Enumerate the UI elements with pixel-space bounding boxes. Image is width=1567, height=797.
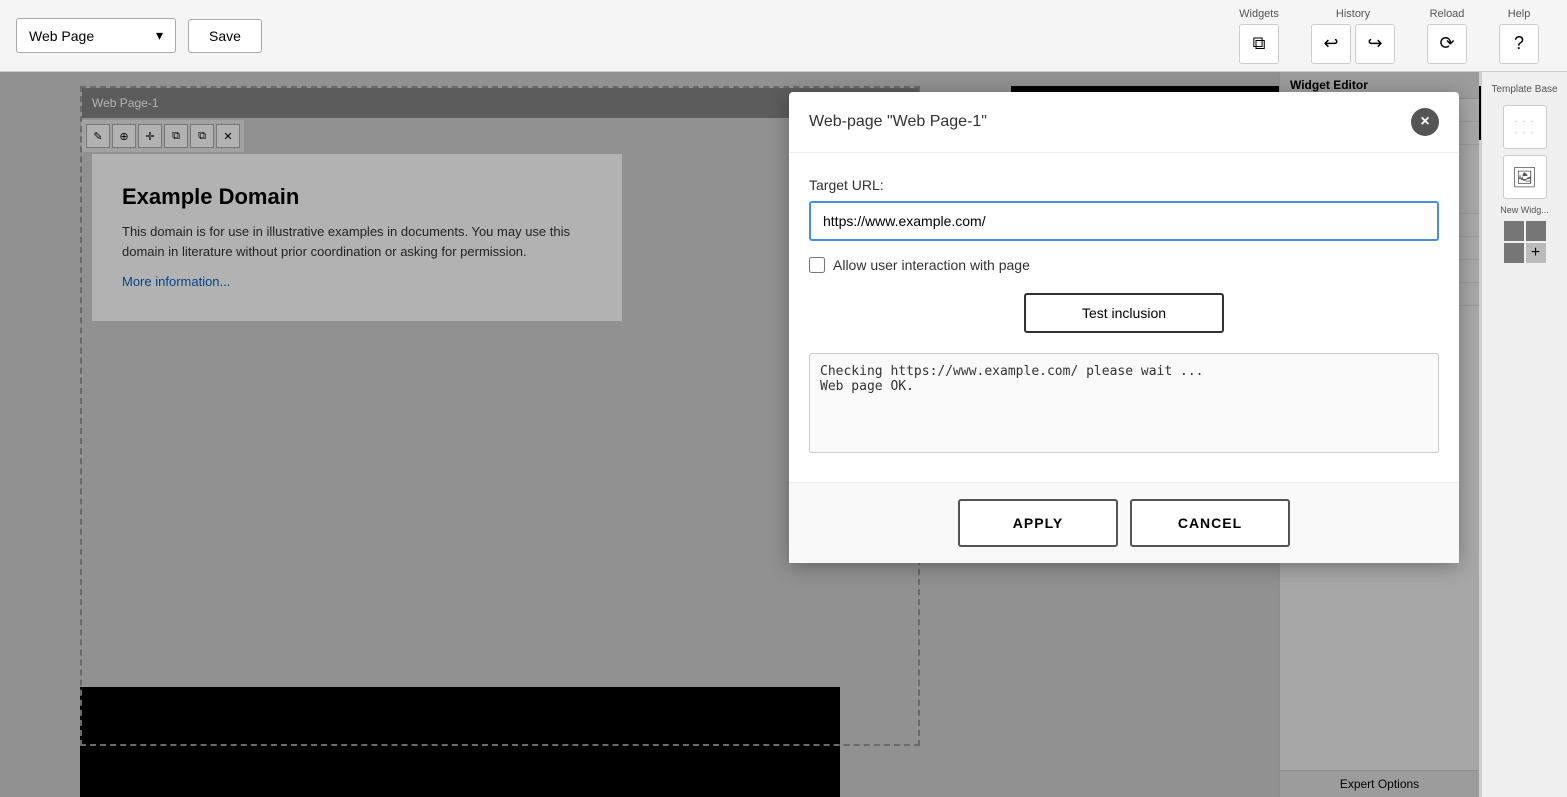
grid-cell-3 — [1504, 243, 1524, 263]
page-selector[interactable]: Web Page ▾ — [16, 18, 176, 53]
template-base-label: Template Base — [1487, 80, 1561, 99]
result-textarea[interactable] — [809, 353, 1439, 453]
grid-cell-2 — [1526, 221, 1546, 241]
reload-group: Reload ⟳ — [1415, 8, 1479, 64]
toolbar-right: Widgets ⧉ History ↩ ↪ Reload ⟳ Help ? — [1227, 8, 1551, 64]
history-icons: ↩ ↪ — [1311, 24, 1395, 64]
chevron-down-icon: ▾ — [156, 27, 163, 44]
dialog-close-button[interactable]: × — [1411, 108, 1439, 136]
cancel-button[interactable]: CANCEL — [1130, 499, 1290, 547]
web-page-dialog: Web-page "Web Page-1" × Target URL: Allo… — [789, 92, 1459, 563]
reload-label: Reload — [1430, 8, 1465, 20]
grid-cell-1 — [1504, 221, 1524, 241]
grid-cell-add[interactable]: + — [1526, 243, 1546, 263]
help-icons: ? — [1499, 24, 1539, 64]
allow-interaction-label: Allow user interaction with page — [833, 257, 1030, 273]
help-button[interactable]: ? — [1499, 24, 1539, 64]
dots-icon-1: · · ·· · · — [1503, 105, 1547, 149]
reload-icons: ⟳ — [1427, 24, 1467, 64]
dialog-header: Web-page "Web Page-1" × — [789, 92, 1459, 153]
dialog-title: Web-page "Web Page-1" — [809, 113, 987, 131]
new-widget-label: New Widg... — [1500, 205, 1549, 215]
page-selector-label: Web Page — [29, 28, 94, 44]
history-label: History — [1336, 8, 1370, 20]
allow-interaction-row: Allow user interaction with page — [809, 257, 1439, 273]
widgets-label: Widgets — [1239, 8, 1279, 20]
dialog-footer: APPLY CANCEL — [789, 482, 1459, 563]
history-group: History ↩ ↪ — [1299, 8, 1407, 64]
undo-button[interactable]: ↩ — [1311, 24, 1351, 64]
widgets-group: Widgets ⧉ — [1227, 8, 1291, 64]
target-url-input[interactable] — [809, 201, 1439, 241]
target-url-label: Target URL: — [809, 177, 1439, 193]
apply-button[interactable]: APPLY — [958, 499, 1118, 547]
right-panel: Template Base · · ·· · · 🖼 New Widg... + — [1481, 72, 1567, 797]
new-widget-grid: + — [1504, 221, 1546, 263]
reload-button[interactable]: ⟳ — [1427, 24, 1467, 64]
widgets-icons: ⧉ — [1239, 24, 1279, 64]
dialog-body: Target URL: Allow user interaction with … — [789, 153, 1459, 482]
redo-button[interactable]: ↪ — [1355, 24, 1395, 64]
save-button[interactable]: Save — [188, 19, 262, 53]
top-toolbar: Web Page ▾ Save Widgets ⧉ History ↩ ↪ Re… — [0, 0, 1567, 72]
dialog-overlay: Web-page "Web Page-1" × Target URL: Allo… — [0, 72, 1479, 797]
allow-interaction-checkbox[interactable] — [809, 257, 825, 273]
widgets-icon-btn[interactable]: ⧉ — [1239, 24, 1279, 64]
help-group: Help ? — [1487, 8, 1551, 64]
help-label: Help — [1508, 8, 1531, 20]
image-icon[interactable]: 🖼 — [1503, 155, 1547, 199]
test-inclusion-button[interactable]: Test inclusion — [1024, 293, 1224, 333]
